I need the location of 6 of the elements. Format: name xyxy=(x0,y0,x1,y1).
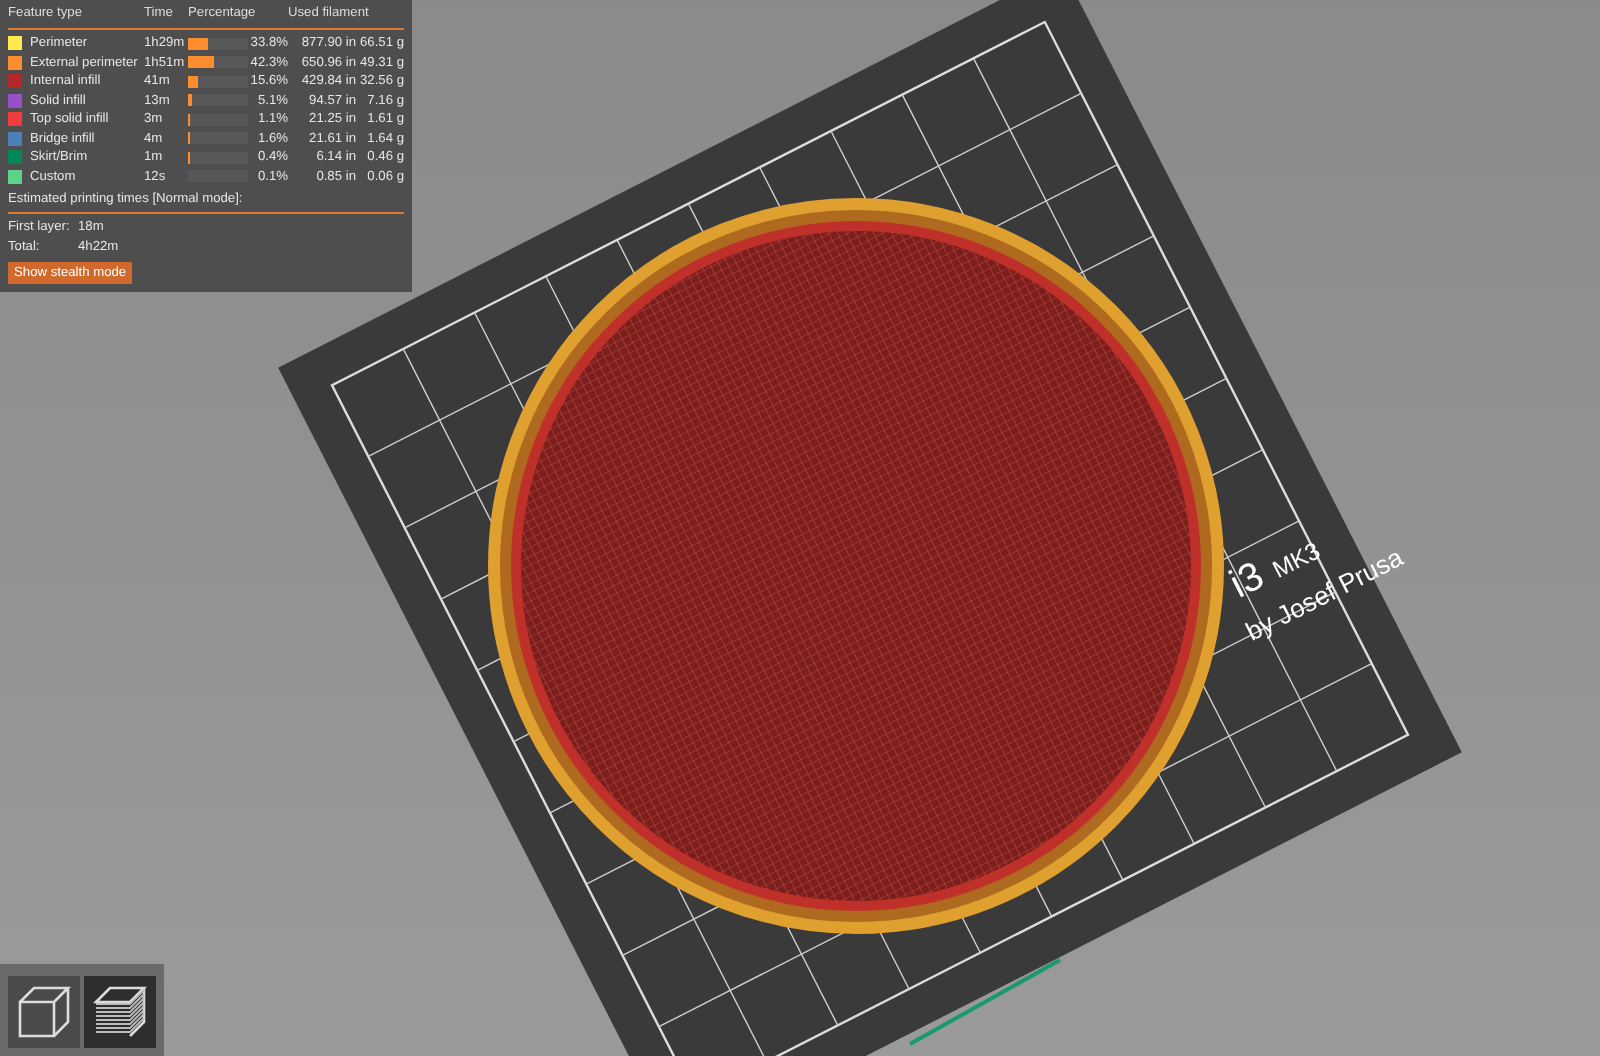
layers-icon xyxy=(90,982,150,1042)
cube-icon xyxy=(14,982,74,1042)
view-button[interactable] xyxy=(84,976,156,1048)
bed-label: MK3 xyxy=(1268,536,1325,584)
view-button[interactable] xyxy=(8,976,80,1048)
bed-label: i3 xyxy=(1223,554,1272,608)
